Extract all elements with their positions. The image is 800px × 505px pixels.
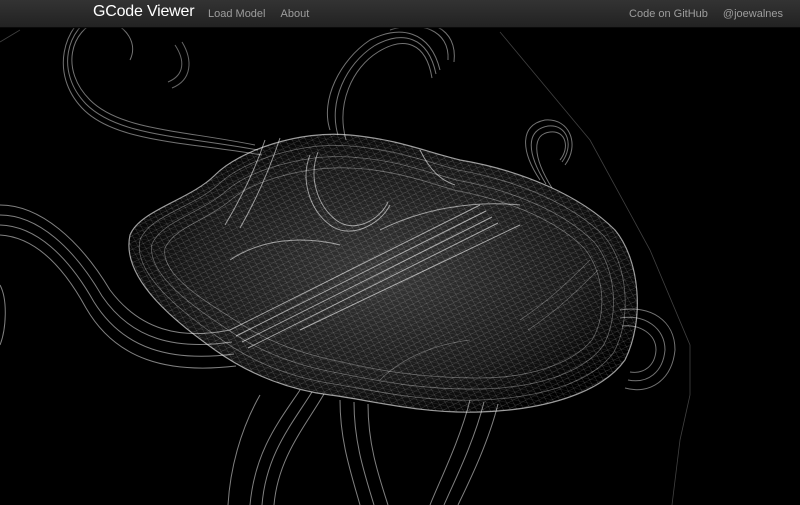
about-link[interactable]: About xyxy=(281,8,310,20)
github-link[interactable]: Code on GitHub xyxy=(629,8,708,20)
wireframe-model xyxy=(0,7,691,505)
model-viewport[interactable] xyxy=(0,0,800,505)
load-model-link[interactable]: Load Model xyxy=(208,8,266,20)
twitter-handle-link[interactable]: @joewalnes xyxy=(723,8,783,20)
model-body xyxy=(128,133,638,413)
top-navbar: GCode Viewer Load Model About Code on Gi… xyxy=(0,0,800,28)
nav-right: Code on GitHub @joewalnes xyxy=(629,0,800,27)
nav-left: Load Model About xyxy=(208,0,309,27)
brand-title[interactable]: GCode Viewer xyxy=(93,3,195,21)
